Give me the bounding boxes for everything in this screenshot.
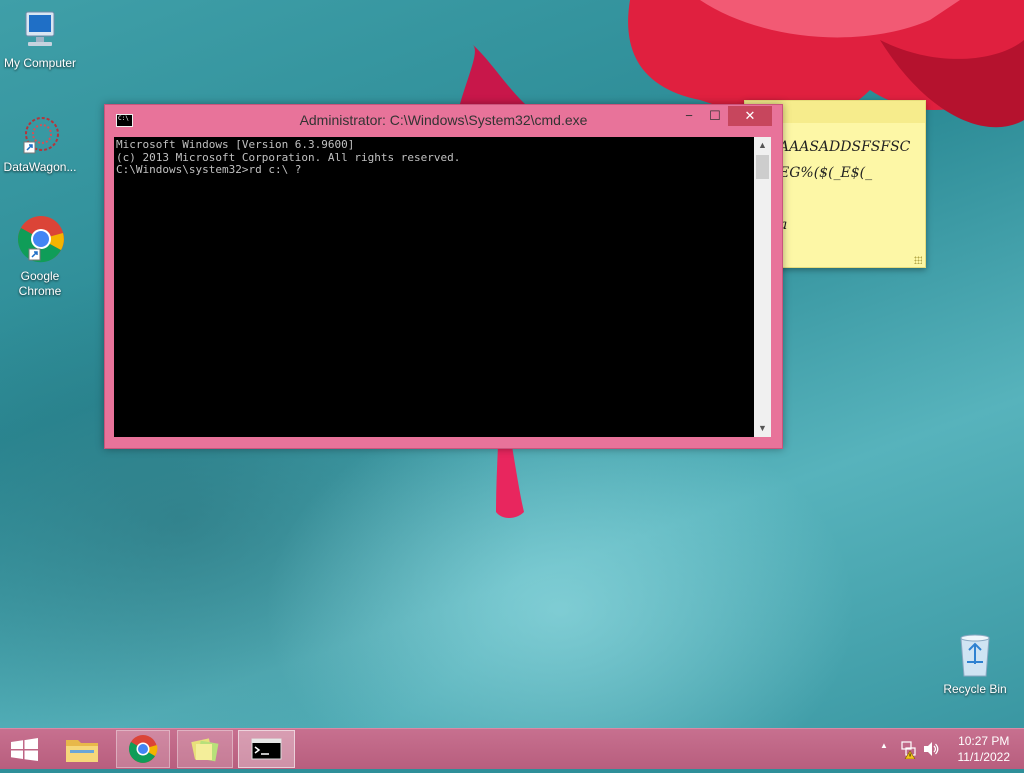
desktop-icon-my-computer[interactable]: My Computer [0, 10, 80, 71]
window-titlebar[interactable]: Administrator: C:\Windows\System32\cmd.e… [105, 105, 782, 135]
clock-time: 10:27 PM [958, 734, 1010, 748]
computer-icon [25, 11, 55, 46]
console-line: Microsoft Windows [Version 6.3.9600] [116, 138, 355, 151]
sticky-notes-icon [191, 738, 219, 762]
taskbar: ▲ 10:27 PM 11/1/2022 [0, 728, 1024, 769]
minimize-button[interactable]: − [676, 106, 702, 126]
sticky-note-line: AAASADDSFSFSC [779, 139, 911, 155]
volume-icon[interactable] [922, 740, 940, 758]
desktop-icon-label-line1: Google [20, 269, 60, 283]
network-warning-icon[interactable] [900, 739, 918, 759]
start-button[interactable] [0, 730, 50, 768]
recycle-bin-icon [960, 634, 990, 677]
scroll-down-icon[interactable]: ▼ [754, 420, 771, 437]
taskbar-sticky-notes[interactable] [177, 730, 233, 768]
scroll-thumb[interactable] [756, 155, 769, 179]
desktop-icon-label: DataWagon... [3, 160, 77, 174]
close-button[interactable]: ✕ [728, 106, 772, 126]
desktop-icon-label-line2: Chrome [18, 284, 62, 298]
desktop: My Computer DataWagon... Google Chrome R… [0, 0, 1024, 728]
vertical-scrollbar[interactable]: ▲ ▼ [754, 137, 771, 437]
scroll-up-icon[interactable]: ▲ [754, 137, 771, 154]
chrome-icon [129, 735, 158, 763]
chrome-icon [17, 216, 64, 263]
cmd-icon [251, 738, 282, 760]
console-output[interactable]: Microsoft Windows [Version 6.3.9600] (c) … [114, 137, 754, 437]
desktop-icon-label: My Computer [3, 56, 77, 70]
clock-date: 11/1/2022 [957, 750, 1011, 764]
taskbar-cmd[interactable] [238, 730, 295, 768]
maximize-button[interactable]: ☐ [702, 106, 728, 126]
system-tray: ▲ 10:27 PM 11/1/2022 [864, 729, 1024, 769]
console-line: C:\Windows\system32>rd c:\ ? [116, 163, 302, 176]
desktop-icon-label: Recycle Bin [943, 682, 1007, 696]
taskbar-chrome[interactable] [116, 730, 170, 768]
desktop-icon-google-chrome[interactable]: Google Chrome [0, 215, 80, 299]
sticky-note-line: EG%($(_E$(_ [779, 165, 873, 181]
taskbar-clock[interactable]: 10:27 PM 11/1/2022 [958, 733, 1011, 765]
taskbar-file-explorer[interactable] [56, 730, 108, 768]
desktop-icon-recycle-bin[interactable]: Recycle Bin [935, 632, 1015, 697]
start-icon [11, 738, 38, 761]
datawagon-icon [23, 117, 59, 154]
file-explorer-icon [66, 740, 98, 762]
cmd-window: Administrator: C:\Windows\System32\cmd.e… [104, 104, 783, 449]
resize-grip[interactable] [914, 256, 922, 264]
tray-chevron-icon[interactable]: ▲ [880, 741, 888, 750]
desktop-icon-datawagon[interactable]: DataWagon... [0, 114, 80, 175]
